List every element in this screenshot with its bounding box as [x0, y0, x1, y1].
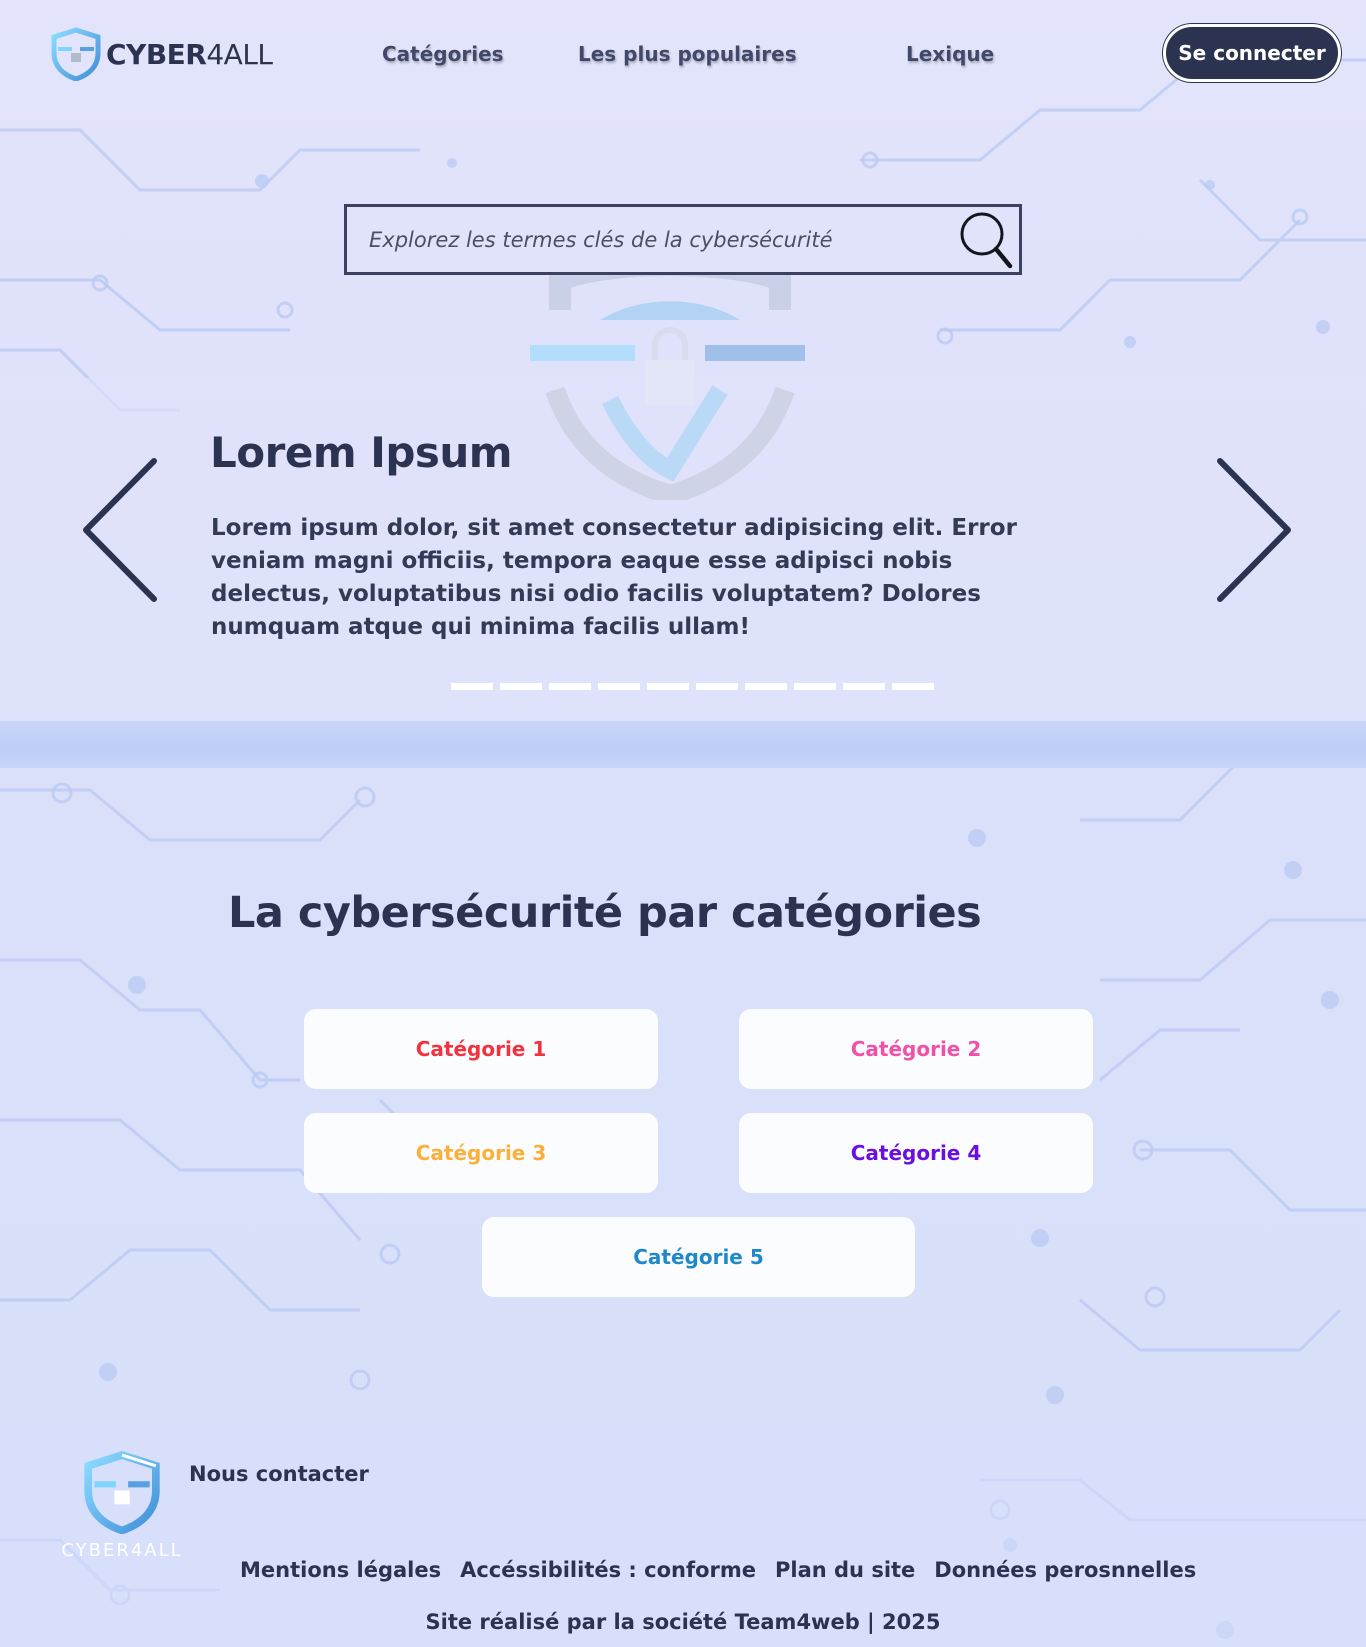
slider-dot-6[interactable] [696, 683, 738, 690]
slider-dot-10[interactable] [892, 683, 934, 690]
slide-text: Lorem ipsum dolor, sit amet consectetur … [211, 515, 1017, 640]
chevron-left-icon [83, 458, 157, 602]
search-bar [344, 204, 1022, 275]
nav-item-lexicon[interactable]: Lexique [906, 42, 994, 66]
category-button-2[interactable]: Catégorie 2 [739, 1009, 1093, 1089]
logo-text: CYBER4ALL [106, 37, 273, 71]
slider-dot-1[interactable] [451, 683, 493, 690]
footer-link-sitemap[interactable]: Plan du site [775, 1558, 915, 1582]
shield-logo-icon [84, 1451, 160, 1535]
hero-divider [0, 721, 1366, 768]
slider-dot-9[interactable] [843, 683, 885, 690]
slider-dot-2[interactable] [500, 683, 542, 690]
category-button-5[interactable]: Catégorie 5 [482, 1217, 915, 1297]
slider-dot-3[interactable] [549, 683, 591, 690]
slider-pagination [451, 683, 934, 690]
shield-watermark-icon [530, 254, 805, 500]
login-button[interactable]: Se connecter [1163, 24, 1341, 82]
slider-next-button[interactable] [1210, 455, 1300, 605]
chevron-right-icon [1217, 458, 1291, 602]
category-button-4[interactable]: Catégorie 4 [739, 1113, 1093, 1193]
footer-links: Mentions légales Accéssibilités : confor… [240, 1558, 1196, 1582]
footer-logo[interactable]: CYBER4ALL [57, 1450, 187, 1561]
shield-logo-icon [51, 27, 101, 81]
footer-logo-text: CYBER4ALL [61, 1540, 183, 1561]
contact-link[interactable]: Nous contacter [189, 1462, 369, 1486]
footer-link-legal[interactable]: Mentions légales [240, 1558, 441, 1582]
slider-dot-8[interactable] [794, 683, 836, 690]
nav-item-categories[interactable]: Catégories [382, 42, 504, 66]
nav-item-popular[interactable]: Les plus populaires [578, 42, 797, 66]
slider-dot-7[interactable] [745, 683, 787, 690]
categories-title: La cybersécurité par catégories [228, 888, 982, 938]
footer-credit: Site réalisé par la société Team4web | 2… [425, 1610, 941, 1634]
footer-link-accessibility[interactable]: Accéssibilités : conforme [460, 1558, 756, 1582]
slider-prev-button[interactable] [80, 455, 170, 605]
category-button-3[interactable]: Catégorie 3 [304, 1113, 658, 1193]
slider-dot-5[interactable] [647, 683, 689, 690]
search-input[interactable] [347, 206, 955, 273]
category-button-1[interactable]: Catégorie 1 [304, 1009, 658, 1089]
slide-title: Lorem Ipsum [210, 428, 513, 477]
site-logo[interactable]: CYBER4ALL [50, 27, 273, 81]
footer-link-privacy[interactable]: Données perosnnelles [934, 1558, 1196, 1582]
search-icon [960, 212, 1013, 268]
slider-dot-4[interactable] [598, 683, 640, 690]
search-button[interactable] [955, 208, 1019, 272]
